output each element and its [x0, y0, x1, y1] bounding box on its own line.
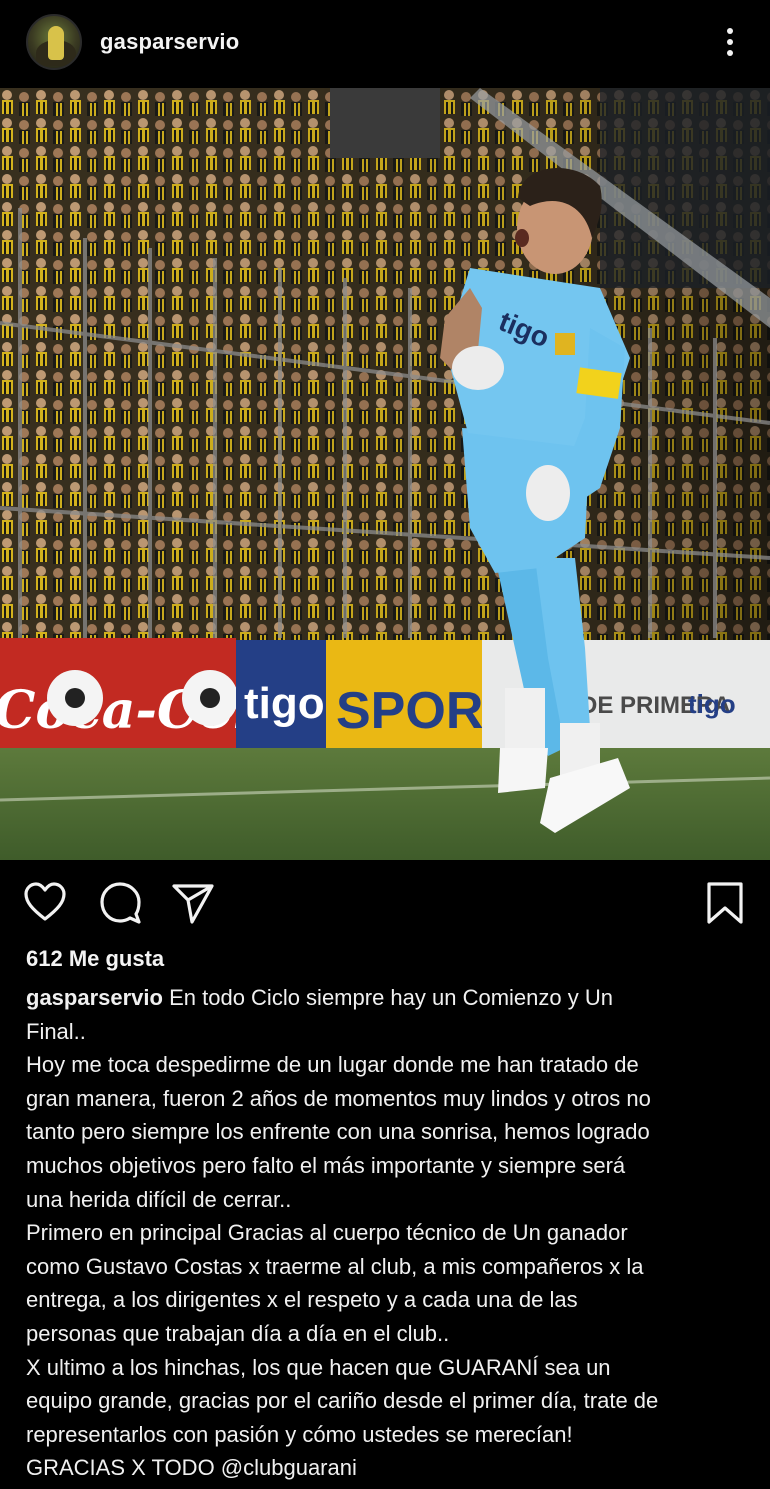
post-photo-illustration: Coca-Cola tigo SPORTS DE PRIMERA tigo ti… [0, 88, 770, 860]
avatar[interactable] [26, 14, 82, 70]
caption-line: representarlos con pasión y cómo ustedes… [26, 1421, 573, 1447]
caption-line: gasparservio En todo Ciclo siempre hay u… [26, 981, 751, 1015]
heart-icon[interactable] [22, 880, 68, 926]
caption-line: una herida difícil de cerrar.. [26, 1186, 292, 1212]
caption-line: equipo grande, gracias por el cariño des… [26, 1388, 659, 1414]
caption-line: gran manera, fueron 2 años de momentos m… [26, 1085, 651, 1111]
caption-line: GRACIAS X TODO @clubguarani [26, 1455, 357, 1481]
caption-line: Primero en principal Gracias al cuerpo t… [26, 1220, 628, 1246]
caption-line: Hoy me toca despedirme de un lugar donde… [26, 1052, 639, 1078]
caption-line: personas que trabajan día a día en el cl… [26, 1320, 450, 1346]
action-bar [0, 870, 770, 934]
banner-tigo-text: tigo [688, 689, 736, 719]
caption-line: como Gustavo Costas x traerme al club, a… [26, 1253, 644, 1279]
post-header: gasparservio [0, 0, 770, 88]
bookmark-icon[interactable] [702, 880, 748, 926]
caption-username[interactable]: gasparservio [26, 985, 163, 1010]
share-icon[interactable] [170, 880, 216, 926]
caption-line: entrega, a los dirigentes x el respeto y… [26, 1287, 578, 1313]
caption-line: Final.. [26, 1018, 86, 1044]
caption-line: muchos objetivos pero falto el más impor… [26, 1152, 626, 1178]
ad-tigo-text: tigo [244, 679, 325, 728]
likes-count[interactable]: 612 Me gusta [26, 946, 164, 972]
post-username[interactable]: gasparservio [100, 29, 239, 55]
more-options-icon[interactable] [722, 24, 738, 60]
caption-line: tanto pero siempre los enfrente con una … [26, 1119, 650, 1145]
caption-line: X ultimo a los hinchas, los que hacen qu… [26, 1354, 611, 1380]
comment-icon[interactable] [98, 880, 144, 926]
post-caption: gasparservio En todo Ciclo siempre hay u… [26, 981, 751, 1485]
caption-text: En todo Ciclo siempre hay un Comienzo y … [169, 985, 613, 1010]
post-photo[interactable]: Coca-Cola tigo SPORTS DE PRIMERA tigo ti… [0, 88, 770, 860]
